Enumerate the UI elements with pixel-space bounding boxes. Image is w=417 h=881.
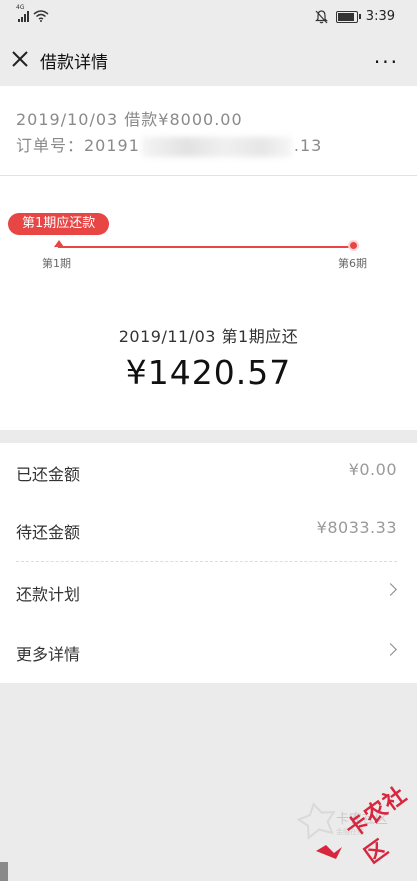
- repayment-plan-label: 还款计划: [16, 585, 81, 604]
- more-icon[interactable]: ···: [374, 50, 399, 74]
- wifi-icon: [33, 10, 49, 22]
- divider: [0, 175, 417, 176]
- status-bar: 4G 3:39: [0, 0, 417, 34]
- repaid-label: 已还金额: [16, 465, 81, 484]
- pending-label: 待还金额: [16, 523, 81, 542]
- order-number-prefix: 订单号：20191: [16, 136, 140, 155]
- chevron-right-icon: [384, 643, 397, 656]
- corner-edge: [0, 862, 8, 881]
- clock: 3:39: [365, 9, 395, 24]
- period-progress-track: [58, 246, 354, 248]
- chevron-right-icon: [384, 583, 397, 596]
- status-right: 3:39: [314, 9, 395, 24]
- schedule-card: 第1期应还款 第1期 第6期 2019/11/03 第1期应还 ¥1420.57: [0, 175, 417, 430]
- nav-bar: 借款详情 ···: [0, 34, 417, 86]
- repayment-plan-row[interactable]: 还款计划: [0, 563, 417, 623]
- period-start-label: 第1期: [42, 257, 71, 270]
- more-details-row[interactable]: 更多详情: [0, 623, 417, 683]
- more-details-label: 更多详情: [16, 645, 81, 664]
- page-title: 借款详情: [40, 53, 108, 73]
- order-number-suffix: .13: [293, 136, 323, 155]
- end-dot-icon: [350, 242, 357, 249]
- loan-summary-card: 2019/10/03 借款¥8000.00 订单号：20191 .13: [0, 86, 417, 182]
- order-number-redaction: [141, 136, 292, 157]
- due-date-text: 2019/11/03 第1期应还: [118, 327, 299, 346]
- repaid-row: 已还金额 ¥0.00: [0, 443, 417, 503]
- pending-row: 待还金额 ¥8033.33: [0, 501, 417, 561]
- loan-summary: 2019/10/03 借款¥8000.00: [16, 110, 243, 129]
- due-amount: ¥1420.57: [125, 353, 292, 392]
- pending-value: ¥8033.33: [316, 518, 397, 537]
- mute-bell-icon: [314, 9, 328, 23]
- current-period-tag: 第1期应还款: [8, 213, 110, 235]
- divider: [16, 561, 397, 562]
- close-icon[interactable]: [10, 49, 30, 69]
- order-number: 订单号：20191 .13: [16, 132, 322, 157]
- period-end-label: 第6期: [338, 257, 367, 270]
- battery-icon: [335, 10, 361, 23]
- details-card: 已还金额 ¥0.00 待还金额 ¥8033.33 还款计划 更多详情: [0, 443, 417, 683]
- network-type: 4G: [16, 4, 25, 11]
- signal-icon: 4G: [16, 4, 29, 22]
- status-left: 4G: [16, 4, 49, 22]
- repaid-value: ¥0.00: [348, 460, 397, 479]
